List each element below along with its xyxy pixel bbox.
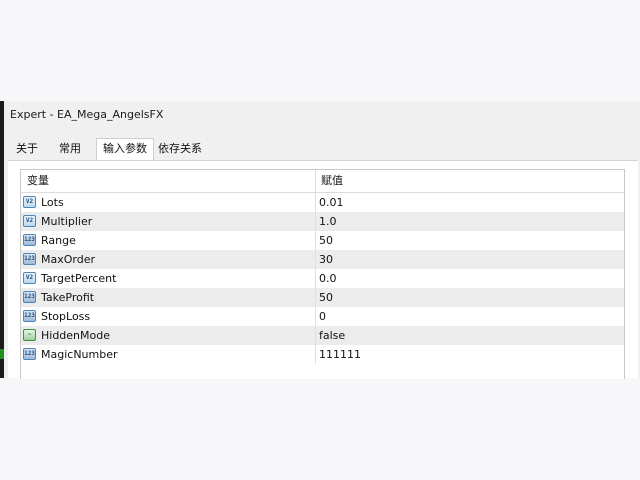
header-value[interactable]: 赋值 xyxy=(321,170,343,192)
header-divider[interactable] xyxy=(315,170,316,192)
tab-bar: 关于 常用 输入参数 依存关系 xyxy=(8,138,638,160)
integer-type-icon: 123 xyxy=(23,348,36,360)
table-row[interactable]: V2 Multiplier 1.0 xyxy=(21,212,624,231)
column-divider xyxy=(315,193,316,212)
parameter-name: MaxOrder xyxy=(41,253,96,266)
table-row[interactable]: ~ HiddenMode false xyxy=(21,326,624,345)
double-type-icon: V2 xyxy=(23,272,36,284)
parameter-name: TargetPercent xyxy=(41,272,117,285)
integer-type-icon: 123 xyxy=(23,234,36,246)
table-row[interactable]: 123 MaxOrder 30 xyxy=(21,250,624,269)
double-type-icon: V2 xyxy=(23,196,36,208)
double-type-icon: V2 xyxy=(23,215,36,227)
parameter-value[interactable]: 0.01 xyxy=(319,193,344,212)
header-variable[interactable]: 变量 xyxy=(27,170,49,192)
column-divider xyxy=(315,250,316,269)
integer-type-icon: 123 xyxy=(23,310,36,322)
integer-type-icon: 123 xyxy=(23,253,36,265)
parameter-value[interactable]: 1.0 xyxy=(319,212,337,231)
inputs-panel: 变量 赋值 V2 Lots 0.01 V2 Multiplier 1.0 123 Range 5… xyxy=(8,161,638,379)
integer-type-icon: 123 xyxy=(23,291,36,303)
column-divider xyxy=(315,269,316,288)
parameter-name: MagicNumber xyxy=(41,348,118,361)
column-divider xyxy=(315,212,316,231)
parameter-value[interactable]: 0 xyxy=(319,307,326,326)
tab-dependencies[interactable]: 依存关系 xyxy=(152,140,208,158)
column-divider xyxy=(315,288,316,307)
parameter-value[interactable]: 50 xyxy=(319,231,333,250)
tab-about[interactable]: 关于 xyxy=(10,140,44,158)
parameter-name: Multiplier xyxy=(41,215,93,228)
parameter-value[interactable]: 0.0 xyxy=(319,269,337,288)
table-row[interactable]: 123 MagicNumber 111111 xyxy=(21,345,624,364)
window-title: Expert - EA_Mega_AngelsFX xyxy=(10,108,164,121)
chart-edge-mark xyxy=(0,349,4,359)
column-divider xyxy=(315,307,316,326)
boolean-type-icon: ~ xyxy=(23,329,36,341)
table-row[interactable]: V2 TargetPercent 0.0 xyxy=(21,269,624,288)
parameter-value[interactable]: 50 xyxy=(319,288,333,307)
parameter-value[interactable]: false xyxy=(319,326,345,345)
parameter-name: TakeProfit xyxy=(41,291,95,304)
parameter-name: HiddenMode xyxy=(41,329,111,342)
expert-properties-window: Expert - EA_Mega_AngelsFX 关于 常用 输入参数 依存关… xyxy=(0,101,640,379)
table-row[interactable]: 123 Range 50 xyxy=(21,231,624,250)
parameter-value[interactable]: 30 xyxy=(319,250,333,269)
column-divider xyxy=(315,231,316,250)
table-header: 变量 赋值 xyxy=(21,170,624,193)
parameter-name: StopLoss xyxy=(41,310,91,323)
chart-edge-strip xyxy=(0,101,4,378)
column-divider xyxy=(315,326,316,345)
tab-common[interactable]: 常用 xyxy=(53,140,87,158)
table-row[interactable]: 123 StopLoss 0 xyxy=(21,307,624,326)
inputs-table: 变量 赋值 V2 Lots 0.01 V2 Multiplier 1.0 123 Range 5… xyxy=(20,169,625,379)
parameter-name: Lots xyxy=(41,196,64,209)
table-row[interactable]: V2 Lots 0.01 xyxy=(21,193,624,212)
column-divider xyxy=(315,345,316,364)
tab-inputs[interactable]: 输入参数 xyxy=(96,138,154,160)
parameter-value[interactable]: 111111 xyxy=(319,345,361,364)
table-row[interactable]: 123 TakeProfit 50 xyxy=(21,288,624,307)
parameter-name: Range xyxy=(41,234,76,247)
